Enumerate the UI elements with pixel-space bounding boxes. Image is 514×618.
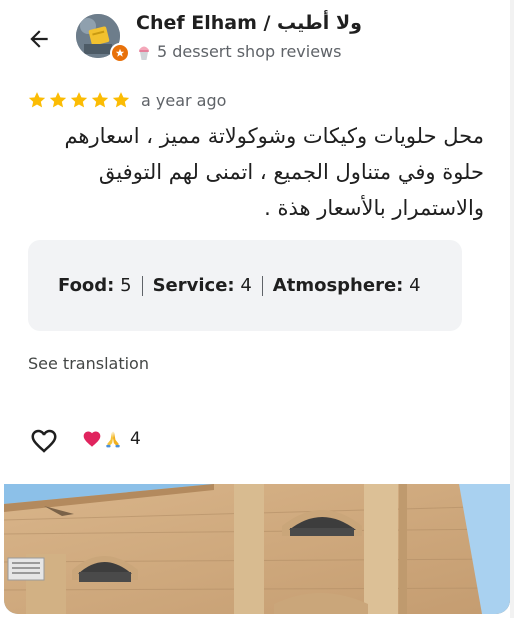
scroll-edge [510, 0, 514, 618]
reactions[interactable]: 4 [82, 429, 141, 449]
review-photo[interactable] [4, 484, 510, 614]
sub-ratings-card: Food: 5 Service: 4 Atmosphere: 4 [28, 240, 462, 331]
pray-emoji [106, 431, 120, 448]
reviewer-meta[interactable]: 5 dessert shop reviews [136, 42, 341, 61]
review-page: Chef Elham / ولا أطيب 5 dessert shop rev… [0, 0, 514, 618]
atmosphere-value: 4 [409, 275, 421, 296]
food-label: Food: [58, 275, 115, 296]
back-button[interactable] [22, 22, 56, 56]
divider [141, 275, 143, 296]
review-count-text: 5 dessert shop reviews [157, 42, 342, 61]
atmosphere-label: Atmosphere: [272, 275, 404, 296]
heart-outline-icon [31, 429, 57, 453]
heart-emoji [83, 431, 101, 447]
building-photo [4, 484, 510, 614]
star-icon [28, 92, 46, 108]
star-icon [70, 92, 88, 108]
ice-cream-icon [139, 46, 149, 60]
food-rating: Food: 5 [58, 275, 132, 296]
star-icon [112, 92, 130, 108]
see-translation-link[interactable]: See translation [28, 354, 149, 373]
reaction-count: 4 [130, 429, 141, 449]
local-guide-badge [110, 43, 130, 63]
divider [261, 275, 263, 296]
food-value: 5 [120, 275, 132, 296]
like-button[interactable] [28, 425, 60, 457]
service-rating: Service: 4 [153, 275, 252, 296]
review-time: a year ago [141, 90, 227, 110]
star-icon [49, 92, 67, 108]
reviewer-name[interactable]: Chef Elham / ولا أطيب [136, 12, 362, 34]
star-icon [91, 92, 109, 108]
star-badge-icon [115, 48, 125, 57]
arrow-back-icon [30, 30, 48, 48]
service-value: 4 [240, 275, 252, 296]
review-text: محل حلويات وكيكات وشوكولاتة مميز ، اسعار… [64, 124, 484, 220]
star-rating [27, 90, 131, 110]
service-label: Service: [152, 275, 235, 296]
rating-row: a year ago [27, 90, 226, 110]
atmosphere-rating: Atmosphere: 4 [273, 275, 421, 296]
